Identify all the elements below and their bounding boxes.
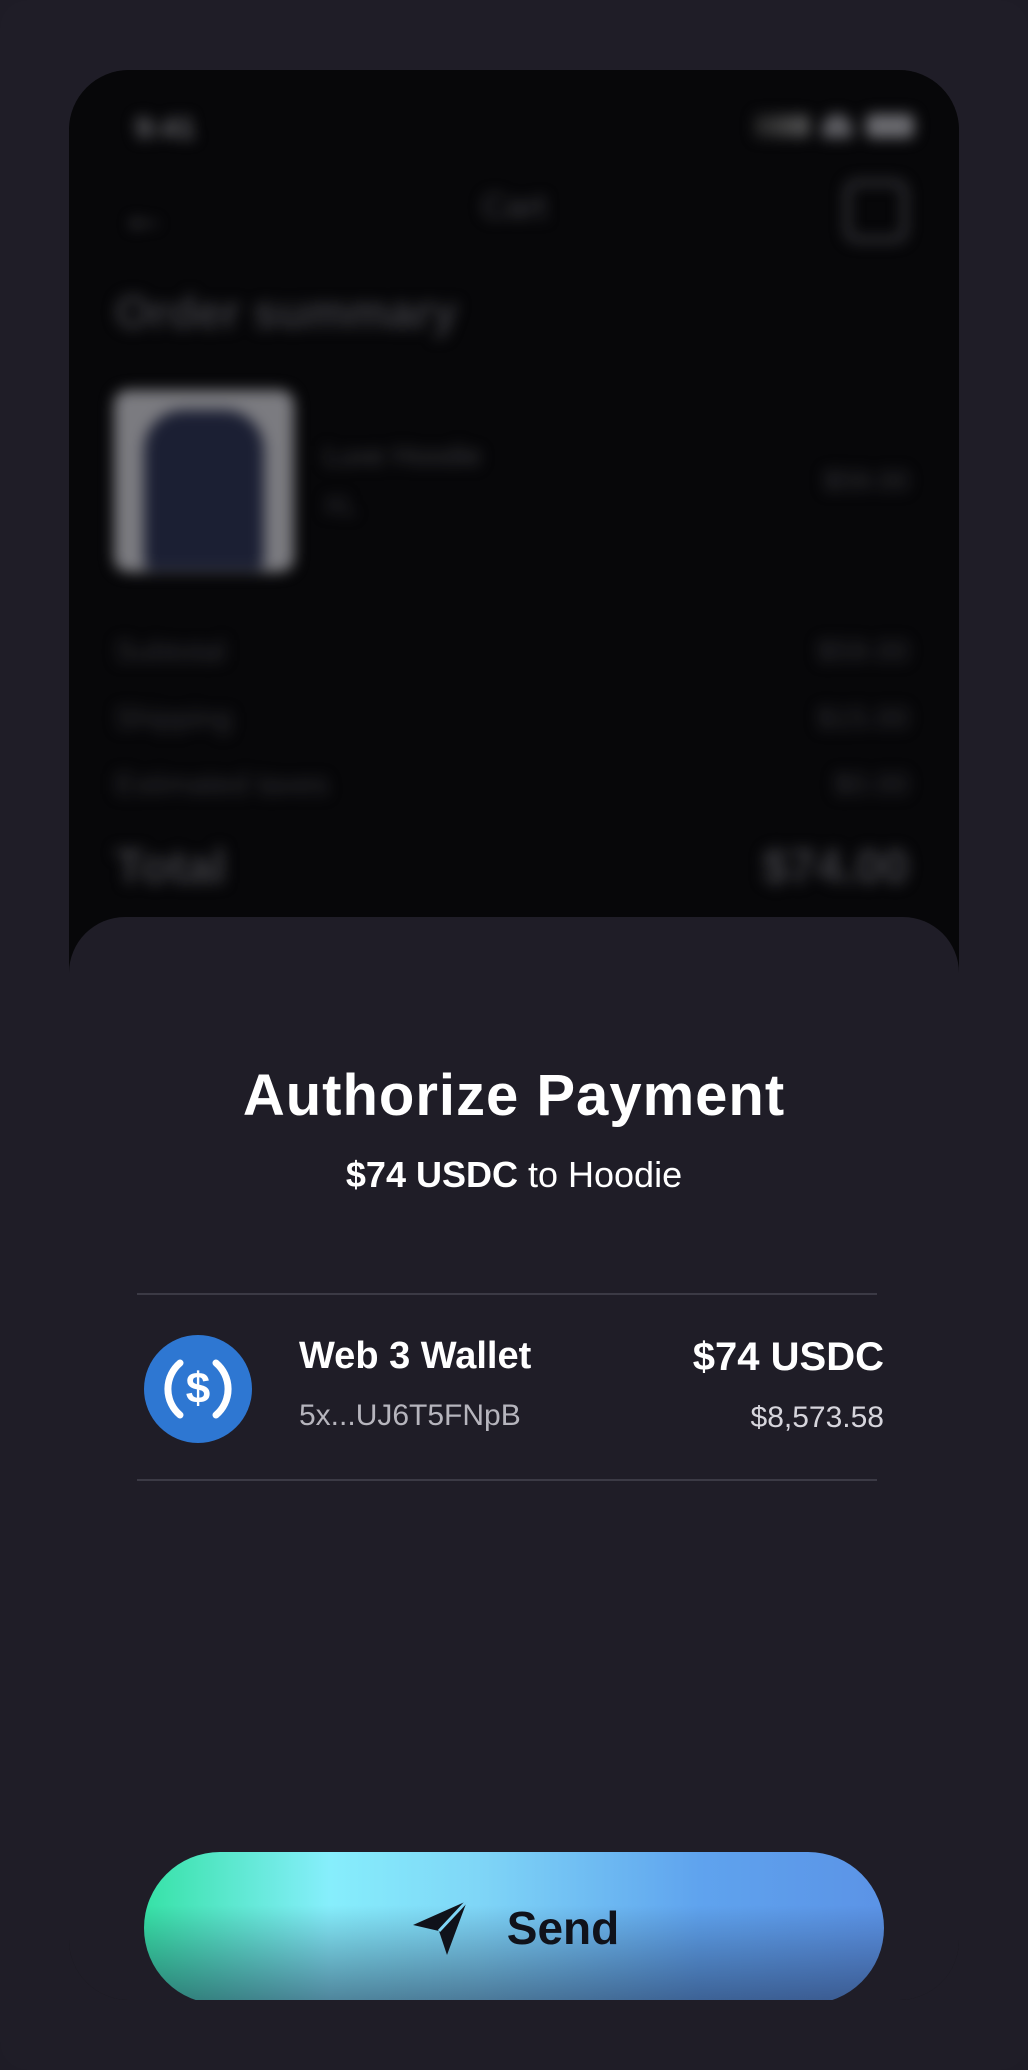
row-label: Subtotal [115,635,226,668]
payment-amount-value: $74 USDC [692,1335,884,1379]
item-name: Luxe Hoodie [324,440,482,471]
bag-icon [845,180,907,242]
wallet-address: 5x...UJ6T5FNpB [299,1399,521,1432]
battery-icon [866,114,914,138]
subtotal-row: Subtotal $59.00 [115,635,909,669]
payment-summary: $74 USDC to Hoodie [69,1154,959,1196]
row-value: $59.00 [817,635,909,668]
send-paper-plane-icon [412,1899,468,1955]
row-label: Shipping [115,702,232,735]
signal-icon [756,115,808,137]
total-value: $74.00 [762,841,909,894]
taxes-row: Estimated taxes $0.00 [115,768,909,802]
usdc-logo: $ [164,1359,232,1419]
usdc-icon: $ [144,1335,252,1443]
phone-screen: 9:41 ← Cart Order summary Luxe Hoodie XL… [69,70,959,2000]
row-label: Estimated taxes [115,768,329,801]
wifi-icon [822,114,852,138]
status-icons [756,114,914,138]
payment-amount: $74 USDC [345,1154,518,1195]
total-row: Total $74.00 [115,840,909,895]
payment-recipient: to Hoodie [517,1154,683,1195]
status-time: 9:41 [135,112,196,145]
item-price: $59.00 [823,465,909,496]
total-label: Total [115,841,227,894]
authorize-payment-sheet: Authorize Payment $74 USDC to Hoodie $ W… [69,917,959,2000]
hoodie-image [144,410,264,570]
wallet-name: Web 3 Wallet [299,1335,532,1377]
divider-top [137,1293,877,1295]
product-thumbnail [114,390,294,572]
item-size: XL [324,490,356,520]
order-summary-heading: Order summary [115,286,458,338]
nav-title: Cart [481,188,547,226]
shipping-row: Shipping $15.00 [115,702,909,736]
wallet-balance: $8,573.58 [750,1401,884,1434]
send-label: Send [506,1902,620,1954]
row-value: $15.00 [817,702,909,735]
row-value: $0.00 [833,768,909,801]
divider-bottom [137,1479,877,1481]
app-frame: 9:41 ← Cart Order summary Luxe Hoodie XL… [0,0,1028,2070]
send-button[interactable]: Send [144,1852,884,2000]
sheet-title: Authorize Payment [242,1063,786,1128]
svg-text:$: $ [186,1364,210,1413]
